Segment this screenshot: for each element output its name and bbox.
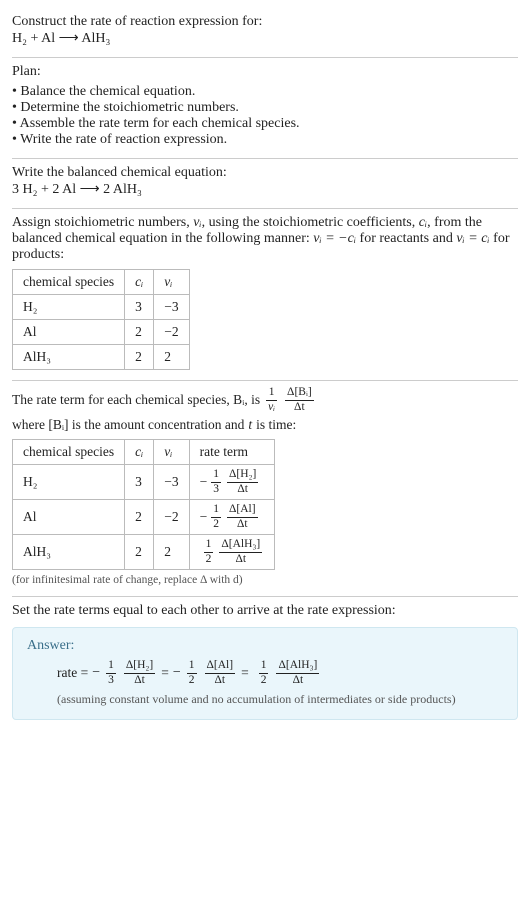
- t-var: t: [248, 417, 252, 433]
- plan-item: Write the rate of reaction expression.: [12, 132, 518, 148]
- nu-cell: 2: [154, 345, 189, 370]
- one-over-nu: 1 νᵢ: [266, 387, 277, 413]
- delta-frac: Δ[H₂]Δt: [124, 660, 155, 686]
- table-row: AlH₃ 2 2 12 Δ[AlH₃]Δt: [13, 535, 275, 570]
- c-cell: 2: [125, 500, 154, 535]
- coef-frac: 12: [259, 660, 269, 686]
- c-cell: 2: [125, 345, 154, 370]
- sign: −: [200, 509, 208, 525]
- col-header: rate term: [189, 440, 275, 465]
- balanced-section: Write the balanced chemical equation: 3 …: [12, 159, 518, 208]
- species-cell: Al: [13, 500, 125, 535]
- col-header: νᵢ: [154, 440, 189, 465]
- coef-frac: 13: [106, 660, 116, 686]
- table-row: H₂ 3 −3: [13, 295, 190, 320]
- rate-lead: rate =: [57, 665, 88, 681]
- sign: −: [200, 474, 208, 490]
- assign-text: Assign stoichiometric numbers,: [12, 215, 193, 230]
- coef-frac: 12: [187, 660, 197, 686]
- table-row: Al 2 −2: [13, 320, 190, 345]
- answer-note: (assuming constant volume and no accumul…: [27, 692, 503, 707]
- plan-section: Plan: Balance the chemical equation. Det…: [12, 58, 518, 158]
- species-cell: AlH₃: [13, 535, 125, 570]
- delta-frac: Δ[Al]Δt: [205, 660, 236, 686]
- plan-list: Balance the chemical equation. Determine…: [12, 84, 518, 148]
- balanced-equation: 3 H₂ + 2 Al ⟶ 2 AlH₃: [12, 181, 518, 198]
- rateterm-table: chemical species cᵢ νᵢ rate term H₂ 3 −3…: [12, 439, 275, 570]
- rateterm-text: is time:: [256, 417, 296, 433]
- prompt-equation: H₂ + Al ⟶ AlH₃: [12, 30, 518, 47]
- plan-item: Assemble the rate term for each chemical…: [12, 116, 518, 132]
- sign: −: [173, 665, 181, 681]
- nu-i: νᵢ: [193, 215, 201, 230]
- rateterm-text: where [Bᵢ] is the amount concentration a…: [12, 417, 244, 433]
- equals: =: [161, 665, 169, 681]
- nu-cell: −3: [154, 295, 189, 320]
- table-row: H₂ 3 −3 − 13 Δ[H₂]Δt: [13, 465, 275, 500]
- species-cell: AlH₃: [13, 345, 125, 370]
- table-row: Al 2 −2 − 12 Δ[Al]Δt: [13, 500, 275, 535]
- delta-frac: Δ[Al]Δt: [227, 504, 258, 530]
- col-header: νᵢ: [154, 270, 189, 295]
- species-cell: H₂: [13, 295, 125, 320]
- plan-item: Determine the stoichiometric numbers.: [12, 100, 518, 116]
- c-cell: 3: [125, 465, 154, 500]
- rate-cell: − 12 Δ[Al]Δt: [189, 500, 275, 535]
- nu-cell: 2: [154, 535, 189, 570]
- balanced-heading: Write the balanced chemical equation:: [12, 165, 518, 181]
- delta-frac: Δ[AlH₃]Δt: [276, 660, 319, 686]
- c-i: cᵢ: [419, 215, 427, 230]
- delta-note: (for infinitesimal rate of change, repla…: [12, 574, 518, 586]
- coef-frac: 12: [211, 504, 221, 530]
- dB-over-dt: Δ[Bᵢ] Δt: [285, 387, 314, 413]
- rateterm-text: The rate term for each chemical species,…: [12, 392, 260, 408]
- answer-box: Answer: rate = − 13 Δ[H₂]Δt = − 12 Δ[Al]…: [12, 627, 518, 720]
- final-heading: Set the rate terms equal to each other t…: [12, 603, 518, 619]
- equals: =: [241, 665, 249, 681]
- stoich-table: chemical species cᵢ νᵢ H₂ 3 −3 Al 2 −2 A…: [12, 269, 190, 370]
- coef-frac: 13: [211, 469, 221, 495]
- c-cell: 2: [125, 320, 154, 345]
- nu-cell: −2: [154, 500, 189, 535]
- final-section: Set the rate terms equal to each other t…: [12, 597, 518, 730]
- sign: −: [92, 665, 100, 681]
- species-cell: Al: [13, 320, 125, 345]
- delta-frac: Δ[AlH₃]Δt: [219, 539, 262, 565]
- relation: νᵢ = cᵢ: [456, 231, 489, 246]
- answer-label: Answer:: [27, 638, 503, 654]
- species-cell: H₂: [13, 465, 125, 500]
- col-header: cᵢ: [125, 440, 154, 465]
- table-row: AlH₃ 2 2: [13, 345, 190, 370]
- nu-cell: −3: [154, 465, 189, 500]
- answer-expression: rate = − 13 Δ[H₂]Δt = − 12 Δ[Al]Δt = 12 …: [27, 660, 503, 686]
- col-header: chemical species: [13, 270, 125, 295]
- rate-cell: 12 Δ[AlH₃]Δt: [189, 535, 275, 570]
- rateterm-section: The rate term for each chemical species,…: [12, 381, 518, 596]
- c-cell: 2: [125, 535, 154, 570]
- assign-text: for reactants and: [356, 231, 456, 246]
- delta-frac: Δ[H₂]Δt: [227, 469, 258, 495]
- prompt-line: Construct the rate of reaction expressio…: [12, 14, 518, 30]
- coef-frac: 12: [204, 539, 214, 565]
- col-header: chemical species: [13, 440, 125, 465]
- rate-cell: − 13 Δ[H₂]Δt: [189, 465, 275, 500]
- relation: νᵢ = −cᵢ: [313, 231, 356, 246]
- plan-item: Balance the chemical equation.: [12, 84, 518, 100]
- col-header: cᵢ: [125, 270, 154, 295]
- assign-section: Assign stoichiometric numbers, νᵢ, using…: [12, 209, 518, 380]
- assign-text: , using the stoichiometric coefficients,: [202, 215, 419, 230]
- prompt-section: Construct the rate of reaction expressio…: [12, 8, 518, 57]
- nu-cell: −2: [154, 320, 189, 345]
- plan-heading: Plan:: [12, 64, 518, 80]
- c-cell: 3: [125, 295, 154, 320]
- rateterm-intro: The rate term for each chemical species,…: [12, 387, 518, 433]
